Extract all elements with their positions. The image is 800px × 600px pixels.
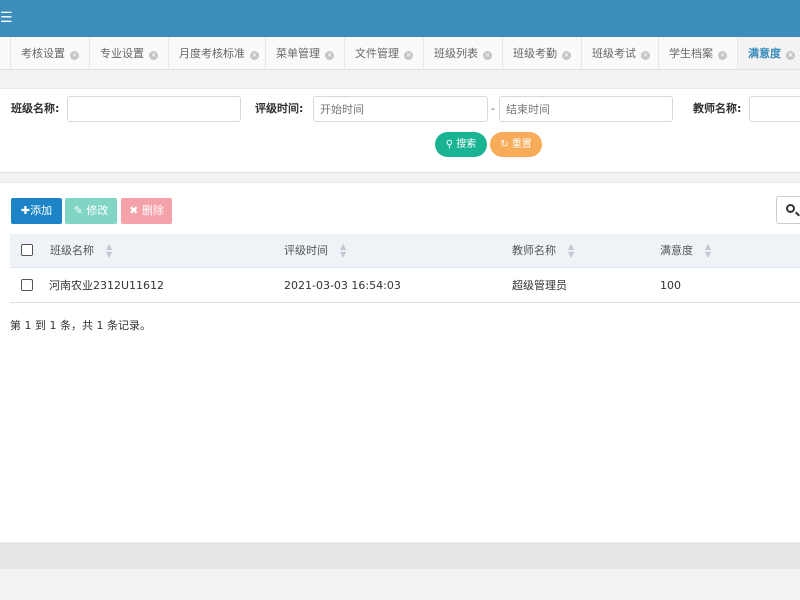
close-icon[interactable]: × — [641, 51, 650, 60]
menu-toggle-icon[interactable]: ☰ — [0, 10, 14, 26]
toggle-search-button[interactable] — [776, 196, 800, 224]
end-time-input[interactable] — [499, 96, 673, 122]
close-icon[interactable]: × — [70, 51, 79, 60]
delete-icon: ✖ — [129, 204, 142, 217]
close-icon[interactable]: × — [325, 51, 334, 60]
tab-label: 学生档案 — [669, 47, 713, 60]
top-header-bar: ☰ — [0, 0, 800, 37]
close-icon[interactable]: × — [483, 51, 492, 60]
refresh-icon: ↻ — [500, 139, 512, 150]
sort-icon: ▲ ▼ — [705, 242, 712, 259]
tab-menu-management[interactable]: 菜单管理 × — [266, 37, 345, 69]
tab-class-exam[interactable]: 班级考试 × — [582, 37, 659, 69]
row-checkbox[interactable] — [21, 279, 33, 291]
tab-student-records[interactable]: 学生档案 × — [659, 37, 738, 69]
rating-time-label: 评级时间: — [255, 102, 304, 115]
edit-icon: ✎ — [73, 204, 87, 217]
column-header-label: 教师名称 — [512, 244, 556, 257]
column-header-label: 班级名称 — [50, 244, 94, 257]
tab-label: 专业设置 — [100, 47, 144, 60]
cell-class-name: 河南农业2312U11612 — [49, 279, 165, 292]
search-icon: ⚲ — [445, 139, 457, 150]
delete-button[interactable]: ✖ 删除 — [121, 198, 172, 224]
column-header-label: 评级时间 — [284, 244, 328, 257]
table-header: 班级名称 ▲ ▼ 评级时间 ▲ ▼ 教师名称 ▲ ▼ 满意度 ▲ ▼ — [10, 234, 800, 268]
teacher-name-input[interactable] — [749, 96, 800, 122]
add-button-label: 添加 — [30, 204, 53, 217]
pagination-info: 第 1 到 1 条，共 1 条记录。 — [10, 319, 151, 332]
start-time-input[interactable] — [313, 96, 488, 122]
table-row[interactable]: 河南农业2312U11612 2021-03-03 16:54:03 超级管理员… — [10, 268, 800, 303]
delete-button-label: 删除 — [141, 204, 164, 217]
column-satisfaction[interactable]: 满意度 ▲ ▼ — [660, 234, 711, 268]
cell-rating-time: 2021-03-03 16:54:03 — [284, 279, 401, 292]
add-button[interactable]: ✚添加 — [11, 198, 62, 224]
close-icon[interactable]: × — [786, 51, 795, 60]
tab-file-management[interactable]: 文件管理 × — [345, 37, 424, 69]
class-name-input[interactable] — [67, 96, 241, 122]
close-icon[interactable]: × — [149, 51, 158, 60]
column-class-name[interactable]: 班级名称 ▲ ▼ — [50, 234, 112, 268]
plus-icon: ✚ — [20, 204, 31, 217]
close-icon[interactable]: × — [718, 51, 727, 60]
cell-satisfaction: 100 — [660, 279, 681, 292]
tab-label: 菜单管理 — [276, 47, 320, 60]
column-rating-time[interactable]: 评级时间 ▲ ▼ — [284, 234, 346, 268]
tab-label: 班级列表 — [434, 47, 478, 60]
column-header-label: 满意度 — [660, 244, 693, 257]
sort-icon: ▲ ▼ — [568, 242, 575, 259]
footer — [0, 543, 800, 569]
tab-label: 考核设置 — [21, 47, 65, 60]
tab-exam-settings[interactable]: 考核设置 × — [11, 37, 90, 69]
reset-button-label: 重置 — [511, 139, 532, 150]
date-range-separator: - — [491, 102, 495, 115]
close-icon[interactable]: × — [562, 51, 571, 60]
search-button-label: 搜索 — [456, 139, 477, 150]
tab-label: 班级考试 — [592, 47, 636, 60]
tab-label: 班级考勤 — [513, 47, 557, 60]
page-tabs: 考核设置 × 专业设置 × 月度考核标准 × 菜单管理 × 文件管理 × 班级列表 × 班级… — [0, 37, 800, 70]
search-icon — [786, 204, 795, 213]
tab-label: 文件管理 — [355, 47, 399, 60]
tab-class-attendance[interactable]: 班级考勤 × — [503, 37, 582, 69]
teacher-name-label: 教师名称: — [693, 102, 742, 115]
class-name-label: 班级名称: — [11, 102, 60, 115]
tab-class-list[interactable]: 班级列表 × — [424, 37, 503, 69]
tab-monthly-standard[interactable]: 月度考核标准 × — [169, 37, 266, 69]
column-teacher-name[interactable]: 教师名称 ▲ ▼ — [512, 234, 574, 268]
tab-scroll-left[interactable] — [0, 37, 11, 69]
tab-major-settings[interactable]: 专业设置 × — [90, 37, 169, 69]
select-all-checkbox[interactable] — [21, 244, 33, 256]
tab-label: 满意度 — [748, 47, 781, 60]
sort-icon: ▲ ▼ — [106, 242, 113, 259]
close-icon[interactable]: × — [404, 51, 413, 60]
close-icon[interactable]: × — [250, 51, 259, 60]
reset-button[interactable]: ↻ 重置 — [490, 132, 542, 157]
edit-button[interactable]: ✎ 修改 — [65, 198, 117, 224]
search-button[interactable]: ⚲ 搜索 — [435, 132, 487, 157]
edit-button-label: 修改 — [86, 204, 109, 217]
sort-icon: ▲ ▼ — [340, 242, 347, 259]
cell-teacher: 超级管理员 — [512, 279, 567, 292]
tab-label: 月度考核标准 — [179, 47, 245, 60]
tab-satisfaction[interactable]: 满意度 × — [738, 37, 800, 69]
